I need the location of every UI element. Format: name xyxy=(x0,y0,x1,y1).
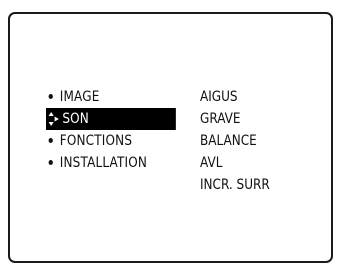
menu-item-installation[interactable]: INSTALLATION xyxy=(46,152,166,174)
submenu-item-aigus[interactable]: AIGUS xyxy=(200,86,303,108)
menu-item-label: FONCTIONS xyxy=(59,133,133,149)
bullet-icon xyxy=(48,137,53,143)
menu-item-image[interactable]: IMAGE xyxy=(46,86,166,108)
bullet-icon xyxy=(48,93,53,99)
menu-item-label: INSTALLATION xyxy=(59,155,148,171)
selection-cursor-icon xyxy=(48,108,60,130)
menu-item-label: IMAGE xyxy=(59,89,100,105)
menu-item-label: SON xyxy=(62,111,89,127)
submenu-item-grave[interactable]: GRAVE xyxy=(200,108,303,130)
submenu-item-balance[interactable]: BALANCE xyxy=(200,130,303,152)
bullet-icon xyxy=(48,159,53,165)
submenu-item-avl[interactable]: AVL xyxy=(200,152,303,174)
submenu-item-incr-surr[interactable]: INCR. SURR xyxy=(200,174,303,196)
main-menu: IMAGE SON FONCTIONS INSTALLATION xyxy=(46,86,186,174)
menu-item-son[interactable]: SON xyxy=(46,108,176,130)
sub-menu: AIGUS GRAVE BALANCE AVL INCR. SURR xyxy=(200,86,320,196)
menu-item-fonctions[interactable]: FONCTIONS xyxy=(46,130,166,152)
